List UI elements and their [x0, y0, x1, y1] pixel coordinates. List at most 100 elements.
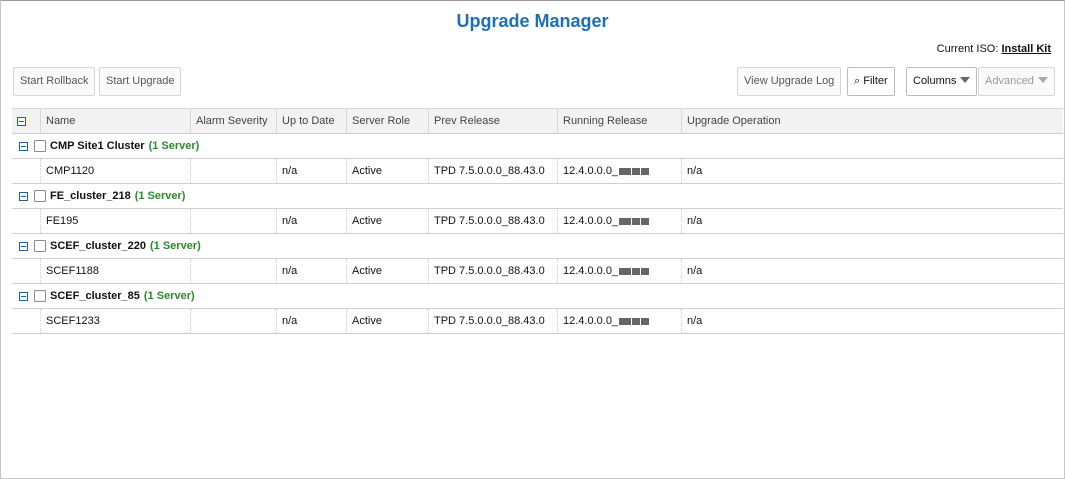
prev-release: TPD 7.5.0.0.0_88.43.0	[429, 209, 558, 233]
up-to-date: n/a	[277, 159, 347, 183]
redacted-block	[641, 267, 650, 275]
redacted-block	[619, 167, 632, 175]
server-name: CMP1120	[41, 159, 191, 183]
redacted-block	[632, 317, 641, 325]
redacted-block	[641, 317, 650, 325]
cluster-checkbox[interactable]	[34, 240, 46, 252]
redacted-block	[632, 267, 641, 275]
prev-release: TPD 7.5.0.0.0_88.43.0	[429, 309, 558, 333]
cluster-group-row: SCEF_cluster_220 (1 Server)	[12, 234, 1063, 259]
redacted-block	[632, 167, 641, 175]
row-spacer	[12, 159, 41, 183]
current-iso-label: Current ISO:	[936, 43, 999, 55]
upgrade-operation: n/a	[687, 265, 703, 277]
redacted-block	[619, 217, 632, 225]
upgrade-table: Name Alarm Severity Up to Date Server Ro…	[12, 108, 1063, 334]
cluster-group-row: SCEF_cluster_85 (1 Server)	[12, 284, 1063, 309]
install-kit-link[interactable]: Install Kit	[1001, 43, 1051, 55]
columns-label: Columns	[913, 75, 957, 87]
prev-release: TPD 7.5.0.0.0_88.43.0	[429, 259, 558, 283]
alarm-severity	[191, 159, 277, 183]
row-spacer	[12, 209, 41, 233]
collapse-all-button[interactable]	[12, 109, 41, 134]
column-header-upgrade-operation[interactable]: Upgrade Operation	[682, 109, 1063, 134]
table-row[interactable]: CMP1120 n/a Active TPD 7.5.0.0.0_88.43.0…	[12, 159, 1063, 184]
running-release: 12.4.0.0.0_	[558, 259, 682, 283]
server-name: FE195	[41, 209, 191, 233]
cluster-name-text: CMP Site1 Cluster	[50, 140, 145, 152]
advanced-label: Advanced	[985, 75, 1034, 87]
table-row[interactable]: SCEF1188 n/a Active TPD 7.5.0.0.0_88.43.…	[12, 259, 1063, 284]
cluster-name-text: FE_cluster_218	[50, 190, 131, 202]
prev-release: TPD 7.5.0.0.0_88.43.0	[429, 159, 558, 183]
alarm-severity	[191, 309, 277, 333]
server-role: Active	[347, 209, 429, 233]
cluster-group-row: CMP Site1 Cluster (1 Server)	[12, 134, 1063, 159]
table-row[interactable]: SCEF1233 n/a Active TPD 7.5.0.0.0_88.43.…	[12, 309, 1063, 334]
cluster-name: CMP Site1 Cluster (1 Server)	[50, 134, 199, 158]
table-row[interactable]: FE195 n/a Active TPD 7.5.0.0.0_88.43.0 1…	[12, 209, 1063, 234]
cluster-checkbox[interactable]	[34, 290, 46, 302]
server-name: SCEF1233	[41, 309, 191, 333]
server-count: (1 Server)	[150, 240, 201, 252]
collapse-icon[interactable]	[19, 242, 28, 251]
running-release: 12.4.0.0.0_	[558, 309, 682, 333]
redacted-block	[641, 217, 650, 225]
cluster-name: SCEF_cluster_85 (1 Server)	[50, 284, 195, 308]
up-to-date: n/a	[277, 209, 347, 233]
server-count: (1 Server)	[143, 290, 195, 302]
cluster-name: SCEF_cluster_220 (1 Server)	[50, 234, 201, 258]
collapse-icon	[17, 116, 26, 126]
server-role: Active	[347, 309, 429, 333]
alarm-severity	[191, 259, 277, 283]
redacted-block	[619, 317, 632, 325]
up-to-date: n/a	[277, 309, 347, 333]
column-header-running-release[interactable]: Running Release	[558, 109, 682, 134]
advanced-button[interactable]: Advanced	[978, 67, 1055, 96]
column-header-server-role[interactable]: Server Role	[347, 109, 429, 134]
collapse-icon[interactable]	[19, 292, 28, 301]
alarm-severity	[191, 209, 277, 233]
column-header-prev-release[interactable]: Prev Release	[429, 109, 558, 134]
current-iso: Current ISO: Install Kit	[937, 43, 1051, 55]
redacted-block	[619, 267, 632, 275]
server-count: (1 Server)	[134, 190, 186, 202]
start-upgrade-button[interactable]: Start Upgrade	[99, 67, 182, 96]
view-upgrade-log-button[interactable]: View Upgrade Log	[737, 67, 842, 96]
cluster-group-row: FE_cluster_218 (1 Server)	[12, 184, 1063, 209]
chevron-down-icon	[960, 77, 971, 84]
server-count: (1 Server)	[148, 140, 200, 152]
upgrade-operation: n/a	[687, 215, 703, 227]
redacted-block	[641, 167, 650, 175]
cluster-checkbox[interactable]	[34, 190, 46, 202]
running-release-text: 12.4.0.0.0_	[563, 265, 619, 277]
row-spacer	[12, 259, 41, 283]
server-role: Active	[347, 159, 429, 183]
running-release-text: 12.4.0.0.0_	[563, 315, 619, 327]
running-release: 12.4.0.0.0_	[558, 209, 682, 233]
collapse-icon[interactable]	[19, 192, 28, 201]
filter-button[interactable]: ⌕ Filter	[847, 67, 895, 96]
cluster-name: FE_cluster_218 (1 Server)	[50, 184, 185, 208]
table-header: Name Alarm Severity Up to Date Server Ro…	[12, 108, 1063, 134]
up-to-date: n/a	[277, 259, 347, 283]
cluster-name-text: SCEF_cluster_85	[50, 290, 140, 302]
cluster-name-text: SCEF_cluster_220	[50, 240, 146, 252]
running-release-text: 12.4.0.0.0_	[563, 165, 619, 177]
start-rollback-button[interactable]: Start Rollback	[13, 67, 96, 96]
column-header-name[interactable]: Name	[41, 109, 191, 134]
server-role: Active	[347, 259, 429, 283]
server-name: SCEF1188	[41, 259, 191, 283]
upgrade-operation: n/a	[687, 315, 703, 327]
cluster-checkbox[interactable]	[34, 140, 46, 152]
chevron-down-icon	[1037, 77, 1048, 84]
filter-label: Filter	[863, 75, 888, 87]
column-header-up-to-date[interactable]: Up to Date	[277, 109, 347, 134]
column-header-alarm-severity[interactable]: Alarm Severity	[191, 109, 277, 134]
columns-button[interactable]: Columns	[906, 67, 978, 96]
redacted-block	[632, 217, 641, 225]
search-icon: ⌕	[854, 75, 861, 87]
page-title: Upgrade Manager	[456, 11, 609, 31]
upgrade-operation: n/a	[687, 165, 703, 177]
collapse-icon[interactable]	[19, 142, 28, 151]
